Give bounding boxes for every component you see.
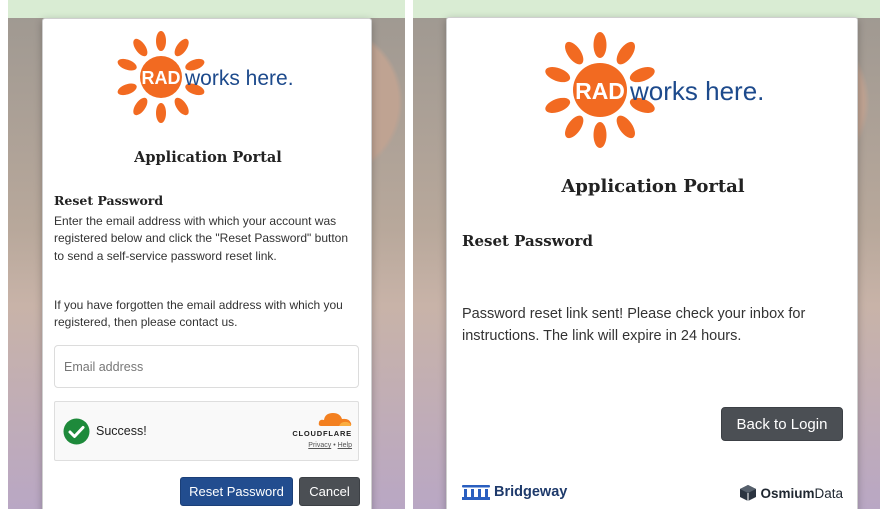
page-title: Application Portal xyxy=(134,149,282,166)
section-heading: Reset Password xyxy=(54,193,164,208)
back-to-login-button[interactable]: Back to Login xyxy=(721,407,843,441)
background-stripe xyxy=(413,0,880,18)
rad-works-here-logo: RAD works here. xyxy=(117,31,294,123)
data-normal-text: Data xyxy=(814,485,843,501)
logo-wordmark-text: works here. xyxy=(629,76,764,106)
bridgeway-text: Bridgeway xyxy=(494,484,568,500)
cloudflare-captcha-widget[interactable]: Success! CLOUDFLARE Privacy • Help xyxy=(54,401,359,461)
reset-password-button[interactable]: Reset Password xyxy=(180,477,293,506)
logo-wordmark-text: works here. xyxy=(184,67,294,90)
osmiumdata-cube-icon xyxy=(740,485,757,501)
cancel-button[interactable]: Cancel xyxy=(299,477,360,506)
right-screenshot-pane: RAD works here. Application Portal Reset… xyxy=(413,0,880,509)
instructions-text: Enter the email address with which your … xyxy=(54,214,349,263)
rad-works-here-logo: RAD works here. xyxy=(545,32,764,148)
reset-password-card: RAD works here. Application Portal Reset… xyxy=(42,18,372,509)
privacy-link[interactable]: Privacy xyxy=(308,442,331,449)
forgot-email-text: If you have forgotten the email address … xyxy=(54,298,343,330)
osmiumdata-logo: Osmium Data xyxy=(739,484,843,502)
logo-badge-text: RAD xyxy=(575,78,625,104)
section-heading: Reset Password xyxy=(462,232,593,250)
link-separator: • xyxy=(333,442,336,449)
help-link[interactable]: Help xyxy=(338,442,352,449)
cloudflare-brand: CLOUDFLARE xyxy=(292,429,352,438)
captcha-status: Success! xyxy=(96,424,147,438)
page-title: Application Portal xyxy=(561,176,745,197)
success-check-icon xyxy=(63,418,90,445)
osmium-bold-text: Osmium xyxy=(760,485,815,501)
reset-sent-message: Password reset link sent! Please check y… xyxy=(462,306,806,344)
left-screenshot-pane: RAD works here. Application Portal Reset… xyxy=(8,0,405,509)
captcha-links: Privacy • Help xyxy=(308,442,352,449)
bridgeway-logo: Bridgeway xyxy=(462,484,567,500)
background-stripe xyxy=(8,0,405,18)
reset-confirmation-card: RAD works here. Application Portal Reset… xyxy=(446,17,858,509)
email-input[interactable]: Email address xyxy=(54,345,359,388)
logo-badge-text: RAD xyxy=(142,68,181,88)
bridgeway-icon xyxy=(462,485,490,500)
cloudflare-cloud-icon xyxy=(318,413,352,426)
